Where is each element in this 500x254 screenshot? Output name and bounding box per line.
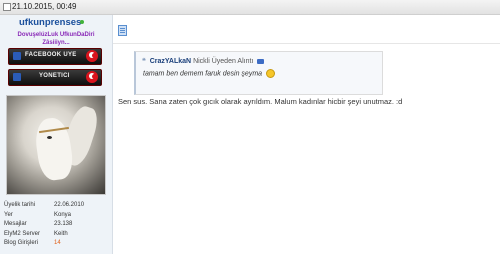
facebook-banner-label: FACEBOOK UYE — [25, 52, 77, 58]
quote-source-label: Nickli Üyeden Alıntı — [193, 58, 254, 65]
user-motto: DovuşelúzLuk UfkunDaDiri Zâsiiiyn... — [0, 31, 112, 47]
user-profile-info: Üyelik tarihi 22.06.2010 Yer Konya Mesaj… — [4, 202, 108, 250]
quote-text-row: tamam ben demem faruk desin şeyma — [143, 69, 276, 78]
facebook-uye-banner: FACEBOOK UYE — [8, 48, 102, 65]
profile-key: Mesajlar — [4, 221, 27, 227]
online-status-icon — [80, 20, 84, 24]
profile-row-server: ElyM2 Server Keith — [4, 231, 108, 241]
smiley-icon — [266, 69, 276, 78]
motto-line-2: Zâsiiiyn... — [42, 40, 70, 46]
avatar[interactable] — [6, 95, 106, 195]
post-message: Sen sus. Sana zaten çok gıcık olarak ayr… — [118, 97, 403, 106]
profile-value: Keith — [54, 230, 68, 237]
profile-row-blog-entries: Blog Girişleri 14 — [4, 240, 108, 250]
select-checkbox[interactable] — [3, 3, 11, 11]
rank-icon — [13, 73, 21, 81]
profile-row-join-date: Üyelik tarihi 22.06.2010 — [4, 202, 108, 212]
post-icon — [118, 25, 127, 36]
quote-header: ❝ CrazYALkaN Nickli Üyeden Alıntı — [142, 57, 265, 65]
divider — [113, 43, 500, 44]
profile-key: Yer — [4, 211, 13, 218]
quote-icon: ❝ — [142, 58, 146, 65]
yonetici-banner-label: YONETICI — [39, 73, 70, 79]
profile-row-messages: Mesajlar 23.138 — [4, 221, 108, 231]
quote-block: ❝ CrazYALkaN Nickli Üyeden Alıntı tamam … — [134, 51, 383, 95]
profile-value: 23.138 — [54, 221, 73, 227]
post-header-bar: 21.10.2015, 00:49 — [0, 0, 500, 15]
blog-entries-link[interactable]: 14 — [54, 240, 61, 246]
profile-value: 22.06.2010 — [54, 202, 85, 208]
profile-key: Blog Girişleri — [4, 240, 39, 246]
user-sidebar: ufkunprenses DovuşelúzLuk UfkunDaDiri Zâ… — [0, 15, 113, 254]
post-date: 21.10.2015, 00:49 — [12, 2, 77, 11]
quote-author[interactable]: CrazYALkaN — [150, 58, 191, 65]
profile-row-location: Yer Konya — [4, 212, 108, 222]
facebook-icon — [13, 52, 21, 60]
view-post-icon[interactable] — [257, 58, 265, 64]
post-content: ❝ CrazYALkaN Nickli Üyeden Alıntı tamam … — [113, 15, 500, 254]
quote-text: tamam ben demem faruk desin şeyma — [143, 70, 263, 78]
profile-key: Üyelik tarihi — [4, 202, 36, 208]
profile-key: ElyM2 Server — [4, 230, 41, 237]
username-link[interactable]: ufkunprenses — [19, 17, 81, 28]
yonetici-banner: YONETICI — [8, 69, 102, 86]
motto-line-1: DovuşelúzLuk UfkunDaDiri — [17, 32, 95, 38]
profile-value: Konya — [54, 211, 72, 218]
